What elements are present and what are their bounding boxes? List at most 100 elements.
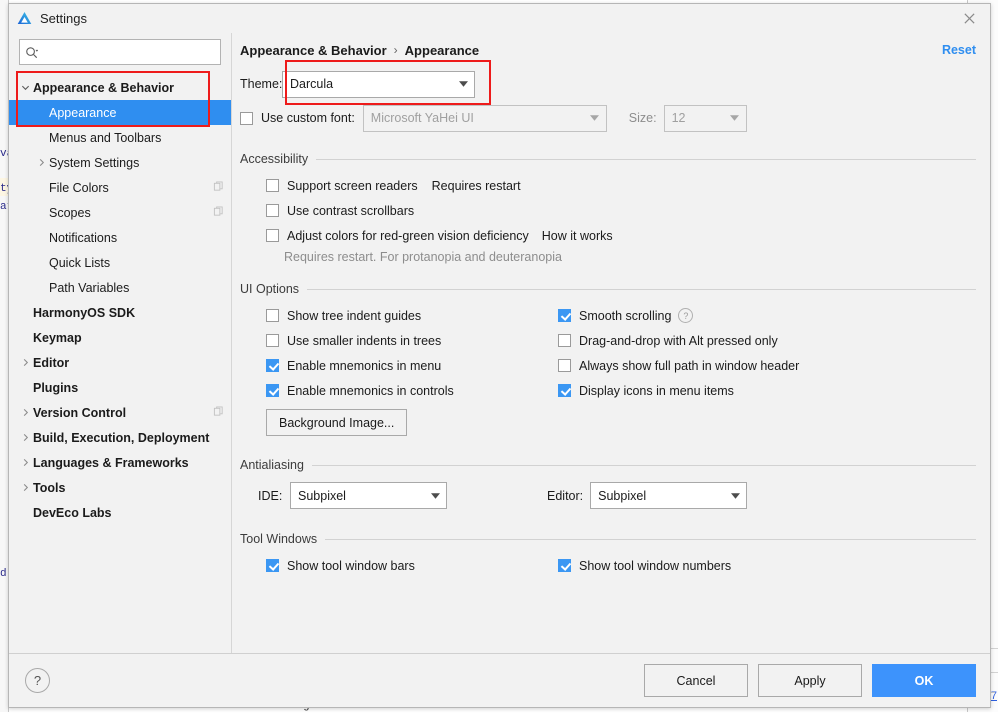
breadcrumb-root[interactable]: Appearance & Behavior	[240, 43, 387, 58]
tool-windows-left-column: Show tool window bars	[266, 553, 558, 578]
sidebar-item-tools[interactable]: Tools	[9, 475, 231, 500]
sidebar-item-label: Editor	[33, 355, 70, 370]
how-it-works-link[interactable]: How it works	[542, 229, 613, 243]
checkbox-display-icons-in-menu-items[interactable]	[558, 384, 571, 397]
settings-sidebar: Appearance & Behavior Appearance Menus and…	[9, 33, 231, 653]
copy-settings-icon[interactable]	[213, 180, 231, 195]
checkbox-drag-and-drop-with-alt-pressed-only[interactable]	[558, 334, 571, 347]
sidebar-item-label: Plugins	[33, 380, 79, 395]
chevron-right-icon[interactable]	[17, 433, 33, 442]
custom-font-select[interactable]: Microsoft YaHei UI	[362, 104, 607, 132]
use-custom-font-checkbox[interactable]	[240, 111, 253, 125]
cancel-button[interactable]: Cancel	[644, 664, 748, 697]
ui-options-right-column: Smooth scrolling? Drag-and-drop with Alt …	[558, 303, 976, 403]
copy-settings-icon[interactable]	[213, 405, 231, 420]
sidebar-item-appearance-behavior[interactable]: Appearance & Behavior	[9, 75, 231, 100]
sidebar-item-deveco-labs[interactable]: DevEco Labs	[9, 500, 231, 525]
chevron-down-icon	[584, 115, 606, 121]
chevron-right-icon[interactable]	[17, 458, 33, 467]
sidebar-item-menus-and-toolbars[interactable]: Menus and Toolbars	[9, 125, 231, 150]
sidebar-item-notifications[interactable]: Notifications	[9, 225, 231, 250]
question-mark-icon[interactable]: ?	[25, 668, 50, 693]
sidebar-item-label: Version Control	[33, 405, 127, 420]
sidebar-item-label: DevEco Labs	[33, 505, 112, 520]
chevron-right-icon[interactable]	[17, 483, 33, 492]
checkbox-enable-mnemonics-in-controls[interactable]	[266, 384, 279, 397]
theme-select[interactable]: Darcula	[282, 70, 475, 98]
sidebar-item-label: System Settings	[49, 155, 140, 170]
sidebar-item-build-execution-deployment[interactable]: Build, Execution, Deployment	[9, 425, 231, 450]
sidebar-item-label: File Colors	[49, 180, 109, 195]
theme-label: Theme:	[240, 77, 283, 91]
checkbox-label: Display icons in menu items	[579, 383, 734, 398]
checkbox-label: Enable mnemonics in menu	[287, 358, 442, 373]
sidebar-item-harmonyos-sdk[interactable]: HarmonyOS SDK	[9, 300, 231, 325]
editor-antialiasing-select[interactable]: Subpixel	[590, 482, 748, 509]
tool-windows-section: Tool Windows Show tool window bars Show …	[240, 531, 976, 578]
ide-antialiasing-value: Subpixel	[298, 488, 346, 503]
ide-antialiasing-select[interactable]: Subpixel	[290, 482, 447, 509]
checkbox-label: Show tool window numbers	[579, 558, 732, 573]
sidebar-item-path-variables[interactable]: Path Variables	[9, 275, 231, 300]
search-box[interactable]	[19, 39, 221, 65]
sidebar-item-languages-frameworks[interactable]: Languages & Frameworks	[9, 450, 231, 475]
background-image-button[interactable]: Background Image...	[266, 409, 408, 436]
checkbox-use-contrast-scrollbars[interactable]	[266, 204, 279, 217]
ui-options-left-column: Show tree indent guides Use smaller inden…	[266, 303, 558, 403]
checkbox-show-tree-indent-guides[interactable]	[266, 309, 279, 322]
font-size-label: Size:	[628, 111, 657, 125]
checkbox-adjust-colors-for-red-green-vision-deficiency[interactable]	[266, 229, 279, 242]
antialiasing-header: Antialiasing	[240, 457, 976, 473]
sidebar-item-plugins[interactable]: Plugins	[9, 375, 231, 400]
checkbox-row: Adjust colors for red-green vision defic…	[266, 223, 976, 248]
chevron-right-icon[interactable]	[33, 158, 49, 167]
checkbox-row: Enable mnemonics in menu	[266, 353, 558, 378]
sidebar-item-system-settings[interactable]: System Settings	[9, 150, 231, 175]
checkbox-row: Drag-and-drop with Alt pressed only	[558, 328, 976, 353]
checkbox-smooth-scrolling[interactable]	[558, 309, 571, 322]
dialog-title: Settings	[40, 11, 87, 26]
checkbox-row: Use smaller indents in trees	[266, 328, 558, 353]
copy-settings-icon[interactable]	[213, 205, 231, 220]
chevron-right-icon[interactable]	[17, 358, 33, 367]
sidebar-item-label: Tools	[33, 480, 66, 495]
checkbox-support-screen-readers[interactable]	[266, 179, 279, 192]
checkbox-enable-mnemonics-in-menu[interactable]	[266, 359, 279, 372]
chevron-down-icon	[452, 81, 474, 87]
editor-antialiasing-value: Subpixel	[598, 488, 647, 503]
ok-button[interactable]: OK	[872, 664, 976, 697]
section-divider	[307, 288, 976, 290]
chevron-right-icon: ›	[393, 43, 398, 57]
sidebar-item-version-control[interactable]: Version Control	[9, 400, 231, 425]
accessibility-items: Support screen readers Requires restart Us…	[240, 173, 976, 248]
checkbox-row: Show tree indent guides	[266, 303, 558, 328]
search-input[interactable]	[41, 44, 215, 60]
tool-windows-columns: Show tool window bars Show tool window n…	[240, 553, 976, 578]
sidebar-item-editor[interactable]: Editor	[9, 350, 231, 375]
chevron-right-icon[interactable]	[17, 408, 33, 417]
sidebar-item-scopes[interactable]: Scopes	[9, 200, 231, 225]
sidebar-item-file-colors[interactable]: File Colors	[9, 175, 231, 200]
reset-link[interactable]: Reset	[942, 43, 976, 57]
ui-options-section: UI Options Show tree indent guides Use sm…	[240, 281, 976, 436]
settings-tree[interactable]: Appearance & Behavior Appearance Menus and…	[9, 75, 231, 653]
checkbox-always-show-full-path-in-window-header[interactable]	[558, 359, 571, 372]
section-divider	[325, 538, 976, 540]
sidebar-item-label: HarmonyOS SDK	[33, 305, 136, 320]
checkbox-label: Show tree indent guides	[287, 308, 422, 323]
tool-windows-title: Tool Windows	[240, 532, 318, 546]
close-icon[interactable]	[952, 5, 986, 33]
chevron-down-icon[interactable]	[17, 83, 33, 92]
checkbox-use-smaller-indents-in-trees[interactable]	[266, 334, 279, 347]
sidebar-item-quick-lists[interactable]: Quick Lists	[9, 250, 231, 275]
checkbox-show-tool-window-numbers[interactable]	[558, 559, 571, 572]
checkbox-show-tool-window-bars[interactable]	[266, 559, 279, 572]
settings-content: Theme: Darcula Use custom font: Microsof…	[232, 67, 990, 653]
sidebar-item-appearance[interactable]: Appearance	[9, 100, 231, 125]
breadcrumb-leaf: Appearance	[404, 42, 480, 58]
font-size-select[interactable]: 12	[663, 104, 747, 132]
help-icon[interactable]: ?	[678, 308, 694, 323]
checkbox-label: Adjust colors for red-green vision defic…	[287, 228, 529, 243]
sidebar-item-keymap[interactable]: Keymap	[9, 325, 231, 350]
apply-button[interactable]: Apply	[758, 664, 862, 697]
